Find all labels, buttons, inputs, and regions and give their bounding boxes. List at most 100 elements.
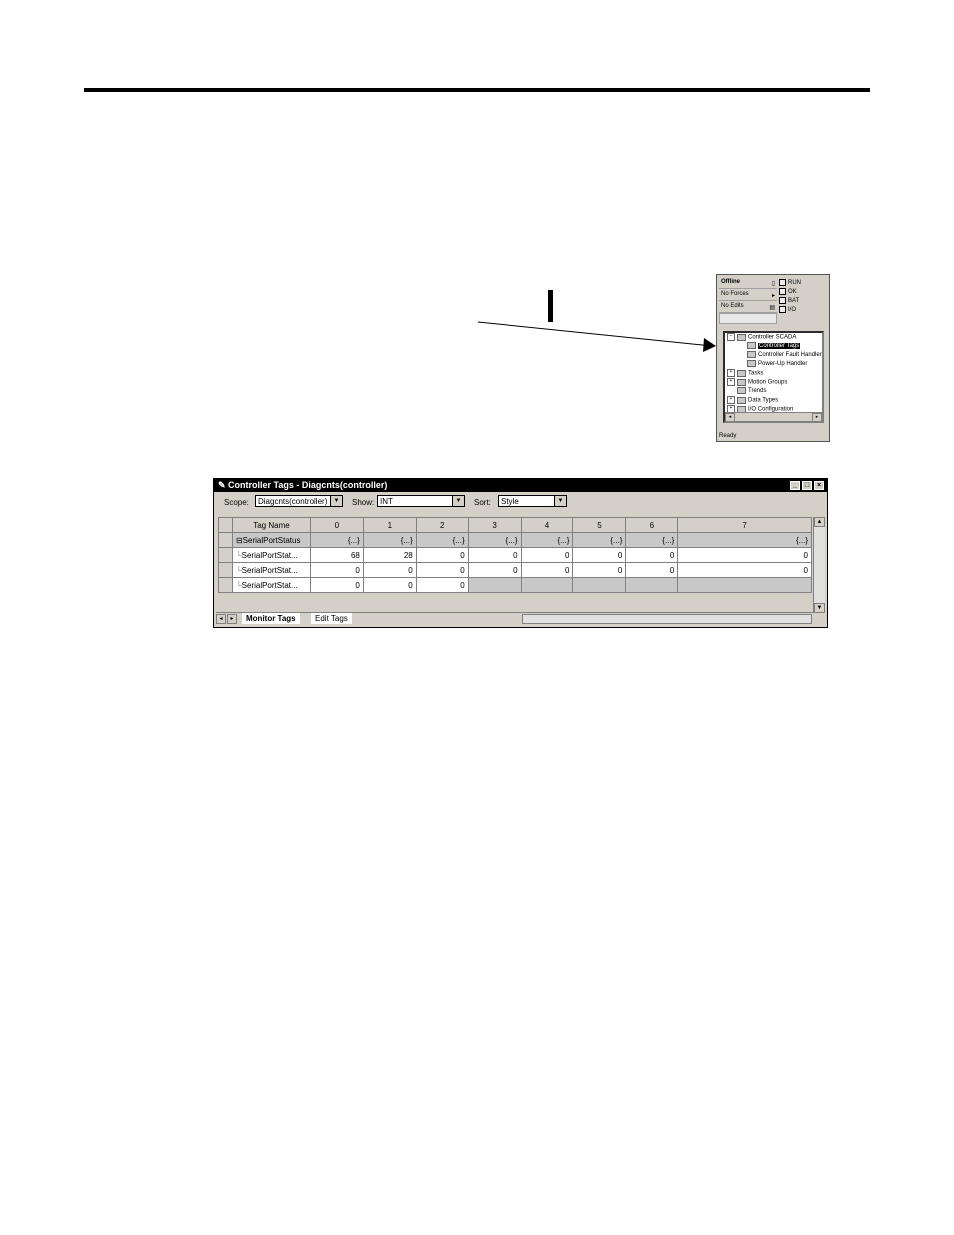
controller-organizer: Offline ▯ No Forces ▸ No Edits ▤ RUN OK BAT… <box>716 274 830 442</box>
value-cell <box>625 577 679 593</box>
column-header[interactable]: Tag Name <box>231 517 311 533</box>
scroll-left-icon[interactable]: ◂ <box>725 413 735 421</box>
close-button[interactable]: × <box>814 481 824 490</box>
column-header[interactable]: 6 <box>625 517 679 533</box>
tree-item[interactable]: + Motion Groups <box>725 378 822 387</box>
value-cell[interactable]: 0 <box>362 577 417 593</box>
folder-icon <box>747 351 756 358</box>
folder-icon <box>737 387 746 394</box>
value-cell[interactable]: 0 <box>309 562 364 578</box>
value-cell[interactable]: {...} <box>309 532 364 548</box>
minimize-button[interactable]: _ <box>790 481 800 490</box>
grid-vscroll[interactable]: ▲ ▼ <box>813 517 825 613</box>
grid-hscroll[interactable] <box>522 614 812 624</box>
value-cell[interactable]: {...} <box>362 532 417 548</box>
tag-name-cell[interactable]: └SerialPortStat... <box>231 562 311 578</box>
scroll-up-icon[interactable]: ▲ <box>814 517 825 527</box>
tree-item[interactable]: + Tasks <box>725 369 822 378</box>
column-header[interactable]: 2 <box>415 517 469 533</box>
tag-name-label: SerialPortStat... <box>241 550 298 560</box>
column-header[interactable]: 3 <box>467 517 522 533</box>
row-header[interactable] <box>218 577 233 593</box>
column-header[interactable]: 0 <box>309 517 364 533</box>
value-cell[interactable]: 68 <box>309 547 364 563</box>
tree-hscroll[interactable]: ◂ ▸ <box>725 412 822 421</box>
value-cell[interactable]: 0 <box>677 547 812 563</box>
value-cell[interactable]: 0 <box>625 562 679 578</box>
status-offline[interactable]: Offline ▯ <box>719 277 777 289</box>
value-cell[interactable]: 0 <box>572 562 627 578</box>
value-cell <box>677 577 812 593</box>
row-header[interactable] <box>218 562 233 578</box>
window-titlebar[interactable]: ✎ Controller Tags - Diagcnts(controller)… <box>214 479 827 492</box>
value-cell[interactable]: {...} <box>677 532 812 548</box>
led-run: RUN <box>779 279 801 288</box>
value-cell[interactable]: 0 <box>415 547 469 563</box>
tag-name-label: SerialPortStat... <box>241 580 298 590</box>
tree-item[interactable]: + Data Types <box>725 396 822 405</box>
controller-tags-window: ✎ Controller Tags - Diagcnts(controller)… <box>213 478 828 628</box>
value-cell[interactable]: 0 <box>415 562 469 578</box>
tab-scroll-right-icon[interactable]: ▸ <box>227 614 237 624</box>
value-cell[interactable]: {...} <box>572 532 627 548</box>
column-header[interactable]: 1 <box>362 517 417 533</box>
tree-item[interactable]: Controller Fault Handler <box>725 351 822 360</box>
column-header[interactable]: 7 <box>677 517 812 533</box>
tree-item[interactable]: Controller Tags <box>725 342 822 351</box>
tree-item[interactable]: Power-Up Handler <box>725 360 822 369</box>
row-header[interactable] <box>218 547 233 563</box>
value-cell[interactable]: 0 <box>467 547 522 563</box>
value-cell[interactable]: 0 <box>677 562 812 578</box>
row-header[interactable] <box>218 532 233 548</box>
value-cell[interactable]: 28 <box>362 547 417 563</box>
controller-status-grid: Offline ▯ No Forces ▸ No Edits ▤ <box>719 277 777 324</box>
table-row[interactable]: └SerialPortStat... 0 0 0 0 0 0 0 0 <box>218 562 812 578</box>
value-cell[interactable]: 0 <box>572 547 627 563</box>
scope-select[interactable]: Diagcnts(controller) ▼ <box>255 495 343 507</box>
led-ok: OK <box>779 288 801 297</box>
value-cell[interactable]: {...} <box>625 532 679 548</box>
value-cell[interactable]: 0 <box>520 547 574 563</box>
organizer-tree[interactable]: − Controller SCADA Controller Tags Controll… <box>723 331 824 423</box>
collapse-icon[interactable]: − <box>727 333 735 341</box>
expand-icon[interactable]: + <box>727 369 735 377</box>
organizer-status-bar: Ready <box>719 433 737 439</box>
value-cell[interactable]: 0 <box>362 562 417 578</box>
scroll-down-icon[interactable]: ▼ <box>814 603 825 613</box>
value-cell[interactable]: {...} <box>467 532 522 548</box>
tab-monitor-tags[interactable]: Monitor Tags <box>242 613 300 624</box>
collapse-icon[interactable]: ⊟ <box>236 536 243 545</box>
tree-item[interactable]: Trends <box>725 387 822 396</box>
show-select[interactable]: INT ▼ <box>377 495 465 507</box>
value-cell[interactable]: 0 <box>309 577 364 593</box>
tree-item-label: Power-Up Handler <box>758 361 808 368</box>
value-cell[interactable]: 0 <box>467 562 522 578</box>
column-header[interactable]: 4 <box>520 517 574 533</box>
scroll-right-icon[interactable]: ▸ <box>812 413 822 421</box>
column-header[interactable]: 5 <box>572 517 627 533</box>
status-edits[interactable]: No Edits ▤ <box>719 301 777 313</box>
sort-select[interactable]: Style ▼ <box>498 495 567 507</box>
tab-scroll-left-icon[interactable]: ◂ <box>216 614 226 624</box>
value-cell[interactable]: {...} <box>415 532 469 548</box>
tab-edit-tags[interactable]: Edit Tags <box>311 613 352 624</box>
expand-icon[interactable]: + <box>727 396 735 404</box>
value-cell[interactable]: 0 <box>625 547 679 563</box>
table-row[interactable]: └SerialPortStat... 0 0 0 <box>218 577 812 593</box>
folder-icon <box>737 396 746 404</box>
tag-name-cell[interactable]: └SerialPortStat... <box>231 577 311 593</box>
table-row[interactable]: └SerialPortStat... 68 28 0 0 0 0 0 0 <box>218 547 812 563</box>
tag-name-cell[interactable]: ⊟SerialPortStatus <box>231 532 311 548</box>
status-forces[interactable]: No Forces ▸ <box>719 289 777 301</box>
tree-item[interactable]: − Controller SCADA <box>725 333 822 342</box>
table-row[interactable]: ⊟SerialPortStatus {...} {...} {...} {...} {..… <box>218 532 812 548</box>
value-cell[interactable]: 0 <box>415 577 469 593</box>
maximize-button[interactable]: □ <box>802 481 812 490</box>
value-cell[interactable]: {...} <box>520 532 574 548</box>
folder-icon <box>747 360 756 367</box>
tree-item-label: Controller Fault Handler <box>758 352 822 359</box>
tag-name-cell[interactable]: └SerialPortStat... <box>231 547 311 563</box>
expand-icon[interactable]: + <box>727 378 735 386</box>
value-cell[interactable]: 0 <box>520 562 574 578</box>
text-cursor-icon <box>548 290 553 322</box>
